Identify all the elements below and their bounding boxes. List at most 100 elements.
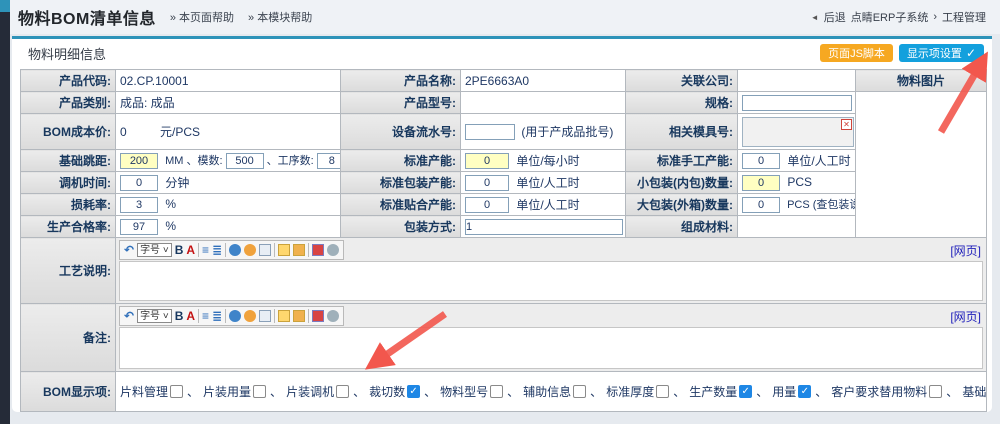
std-manual-capacity-label: 标准手工产能: bbox=[626, 150, 738, 172]
back-link[interactable]: 后退 bbox=[824, 9, 846, 25]
breadcrumb: ◄ 后退 点睛ERP子系统 › 工程管理 bbox=[811, 9, 986, 25]
process-desc-editor: ↶字号 ˅BA ≡≣ [网页] bbox=[116, 238, 987, 304]
bom-option-checkbox[interactable] bbox=[490, 385, 503, 398]
bom-option: 生产数量✓ bbox=[689, 383, 752, 400]
ordered-list-icon[interactable]: ≣ bbox=[212, 243, 222, 257]
modulus-input[interactable] bbox=[226, 153, 264, 169]
undo-icon[interactable]: ↶ bbox=[124, 309, 134, 323]
webpage-link[interactable]: [网页] bbox=[950, 308, 983, 325]
insert-image-icon[interactable] bbox=[278, 244, 290, 256]
eye-icon[interactable] bbox=[327, 244, 339, 256]
std-laminate-capacity-input[interactable] bbox=[465, 197, 509, 213]
bom-option-separator: 、 bbox=[353, 383, 365, 400]
pass-rate-label: 生产合格率: bbox=[21, 216, 116, 238]
module-help-link[interactable]: » 本模块帮助 bbox=[248, 9, 312, 25]
large-pack-qty-input[interactable] bbox=[742, 197, 780, 213]
remark-content[interactable] bbox=[119, 327, 983, 369]
webpage-link[interactable]: [网页] bbox=[950, 242, 983, 259]
page-help-link[interactable]: » 本页面帮助 bbox=[170, 9, 234, 25]
small-pack-qty-input[interactable] bbox=[742, 175, 780, 191]
bom-option-label: 客户要求替用物料 bbox=[831, 383, 927, 400]
std-laminate-capacity-label: 标准贴合产能: bbox=[341, 194, 461, 216]
smiley-icon[interactable] bbox=[244, 244, 256, 256]
bom-option: 片装用量 bbox=[203, 383, 266, 400]
large-pack-qty-unit: PCS (查包装说明) bbox=[787, 199, 855, 211]
device-serial-input[interactable] bbox=[465, 124, 515, 140]
edit-box-icon[interactable] bbox=[259, 244, 271, 256]
panel-header: 物料明细信息 页面JS脚本 显示项设置 ✓ bbox=[12, 39, 992, 67]
bold-icon[interactable]: B bbox=[175, 309, 184, 323]
insert-image-icon[interactable] bbox=[278, 310, 290, 322]
back-icon[interactable]: ◄ bbox=[811, 13, 819, 22]
bom-display-options-cell: 片料管理、片装用量、片装调机、裁切数✓、物料型号、辅助信息、标准厚度、生产数量✓… bbox=[116, 372, 987, 412]
font-color-icon[interactable]: A bbox=[186, 309, 195, 323]
bom-option-checkbox[interactable]: ✓ bbox=[739, 385, 752, 398]
align-icon[interactable]: ≡ bbox=[202, 309, 209, 323]
bom-cost-unit: 元/PCS bbox=[160, 125, 200, 139]
save-image-icon[interactable] bbox=[293, 244, 305, 256]
bom-option-checkbox[interactable] bbox=[573, 385, 586, 398]
breadcrumb-section[interactable]: 工程管理 bbox=[942, 9, 986, 25]
bom-option-checkbox[interactable] bbox=[929, 385, 942, 398]
std-capacity-label: 标准产能: bbox=[341, 150, 461, 172]
loss-rate-label: 损耗率: bbox=[21, 194, 116, 216]
process-count-input[interactable] bbox=[317, 153, 341, 169]
material-image-header: 物料图片 bbox=[856, 70, 987, 92]
eye-icon[interactable] bbox=[327, 310, 339, 322]
std-pack-capacity-input[interactable] bbox=[465, 175, 509, 191]
bom-option-separator: 、 bbox=[424, 383, 436, 400]
process-count-label: 、工序数: bbox=[267, 155, 314, 167]
bom-option-checkbox[interactable] bbox=[336, 385, 349, 398]
globe-icon[interactable] bbox=[229, 244, 241, 256]
bom-option-separator: 、 bbox=[507, 383, 519, 400]
undo-icon[interactable]: ↶ bbox=[124, 243, 134, 257]
toolbar-separator bbox=[225, 309, 226, 323]
bom-option-separator: 、 bbox=[673, 383, 685, 400]
font-color-icon[interactable]: A bbox=[186, 243, 195, 257]
bom-option-checkbox[interactable]: ✓ bbox=[407, 385, 420, 398]
ordered-list-icon[interactable]: ≣ bbox=[212, 309, 222, 323]
media-icon[interactable] bbox=[312, 244, 324, 256]
edit-box-icon[interactable] bbox=[259, 310, 271, 322]
process-desc-label: 工艺说明: bbox=[21, 238, 116, 304]
bom-option: 标准厚度 bbox=[606, 383, 669, 400]
setup-time-input[interactable] bbox=[120, 175, 158, 191]
bom-option-checkbox[interactable] bbox=[656, 385, 669, 398]
font-size-select[interactable]: 字号 ˅ bbox=[137, 309, 172, 323]
bom-cost-value: 0 bbox=[120, 125, 127, 139]
media-icon[interactable] bbox=[312, 310, 324, 322]
base-pitch-input[interactable] bbox=[120, 153, 158, 169]
bom-option-label: 物料型号 bbox=[440, 383, 488, 400]
component-material-label: 组成材料: bbox=[626, 216, 738, 238]
bom-option: 裁切数✓ bbox=[369, 383, 420, 400]
display-settings-button[interactable]: 显示项设置 ✓ bbox=[899, 44, 984, 62]
main-panel: 物料明细信息 页面JS脚本 显示项设置 ✓ 产品代码: 02.CP.10001 … bbox=[12, 36, 992, 412]
bom-option-checkbox[interactable]: ✓ bbox=[798, 385, 811, 398]
bold-icon[interactable]: B bbox=[175, 243, 184, 257]
clear-image-icon[interactable]: ✕ bbox=[841, 119, 852, 130]
save-image-icon[interactable] bbox=[293, 310, 305, 322]
product-name-label: 产品名称: bbox=[341, 70, 461, 92]
globe-icon[interactable] bbox=[229, 310, 241, 322]
pass-rate-input[interactable] bbox=[120, 219, 158, 235]
pack-method-input[interactable] bbox=[465, 219, 623, 235]
material-detail-form: 产品代码: 02.CP.10001 产品名称: 2PE6663A0 关联公司: … bbox=[20, 69, 987, 412]
loss-rate-input[interactable] bbox=[120, 197, 158, 213]
panel-title: 物料明细信息 bbox=[28, 44, 106, 63]
bom-option-checkbox[interactable] bbox=[253, 385, 266, 398]
bom-option: 客户要求替用物料 bbox=[831, 383, 942, 400]
breadcrumb-system[interactable]: 点睛ERP子系统 bbox=[851, 9, 929, 25]
std-capacity-input[interactable] bbox=[465, 153, 509, 169]
font-size-select[interactable]: 字号 ˅ bbox=[137, 243, 172, 257]
base-pitch-unit: MM bbox=[165, 155, 183, 167]
related-mold-textarea[interactable]: ✕ bbox=[742, 117, 854, 147]
sidebar-accent bbox=[0, 0, 10, 12]
page-js-script-button[interactable]: 页面JS脚本 bbox=[820, 44, 893, 62]
process-desc-content[interactable] bbox=[119, 261, 983, 301]
left-sidebar-strip bbox=[0, 0, 10, 424]
std-manual-capacity-input[interactable] bbox=[742, 153, 780, 169]
align-icon[interactable]: ≡ bbox=[202, 243, 209, 257]
spec-input[interactable] bbox=[742, 95, 852, 111]
smiley-icon[interactable] bbox=[244, 310, 256, 322]
bom-option-checkbox[interactable] bbox=[170, 385, 183, 398]
